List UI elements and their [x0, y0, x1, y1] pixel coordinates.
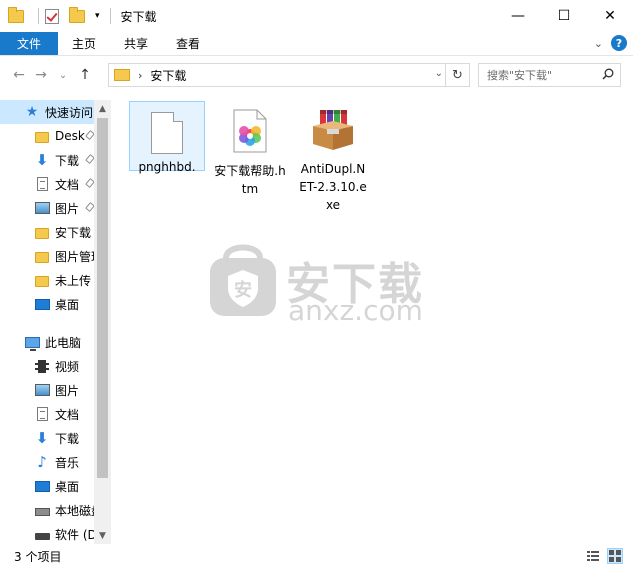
search-box[interactable] [478, 63, 621, 87]
folder-icon [114, 69, 130, 81]
forward-arrow-icon[interactable]: → [30, 67, 52, 83]
file-name: pnghhbd. [138, 160, 196, 174]
download-arrow-icon: ⬇ [35, 429, 49, 447]
file-name: 安下载帮助.htm [214, 164, 286, 196]
divider [38, 8, 39, 24]
customize-toolbar-dropdown[interactable]: ▾ [95, 11, 100, 21]
file-name: AntiDupl.NET-2.3.10.exe [299, 162, 367, 212]
up-arrow-icon[interactable]: ↑ [74, 67, 96, 83]
tab-home[interactable]: 主页 [58, 32, 110, 55]
drive-icon [34, 502, 50, 518]
shield-logo-icon: 安 [210, 244, 276, 316]
address-dropdown-icon[interactable]: ⌄ [435, 68, 443, 79]
computer-icon [24, 334, 40, 351]
drive-icon [34, 526, 50, 542]
folder-icon [34, 128, 50, 144]
minimize-button[interactable]: — [495, 0, 541, 32]
sidebar-scrollbar[interactable]: ▲ ▼ [94, 100, 111, 544]
folder-icon [34, 224, 50, 240]
blank-file-icon [151, 112, 183, 154]
folder-icon [34, 272, 50, 288]
breadcrumb-current[interactable]: 安下载 [150, 67, 186, 84]
picture-icon [34, 200, 50, 216]
desktop-icon [34, 296, 50, 312]
breadcrumb-chevron-icon[interactable]: › [138, 69, 142, 82]
tab-view[interactable]: 查看 [162, 32, 214, 55]
recent-locations-chevron-icon[interactable]: ⌄ [52, 70, 74, 81]
installer-package-icon [313, 110, 353, 150]
search-icon[interactable] [602, 68, 614, 80]
music-note-icon: ♪ [37, 453, 47, 471]
details-view-icon[interactable] [585, 548, 601, 564]
properties-icon[interactable] [45, 8, 59, 24]
close-button[interactable]: ✕ [587, 0, 633, 32]
document-icon [34, 406, 50, 422]
tab-file[interactable]: 文件 [0, 32, 58, 55]
ribbon-tabs: 文件 主页 共享 查看 ⌄ ? [0, 32, 633, 56]
scroll-up-arrow-icon[interactable]: ▲ [94, 100, 111, 117]
quick-access-toolbar: ▾ 安下载 [0, 0, 157, 32]
scrollbar-thumb[interactable] [97, 118, 108, 478]
search-input[interactable] [487, 68, 597, 82]
star-icon: ★ [25, 104, 39, 120]
scroll-down-arrow-icon[interactable]: ▼ [94, 527, 111, 544]
divider [109, 8, 111, 24]
window-title: 安下载 [120, 9, 157, 24]
svg-text:安: 安 [234, 279, 252, 301]
picture-icon [34, 382, 50, 398]
ribbon-collapse-icon[interactable]: ⌄ [594, 37, 603, 50]
item-count: 3 个项目 [14, 549, 62, 564]
large-icons-view-icon[interactable] [607, 548, 623, 564]
help-icon[interactable]: ? [611, 35, 627, 51]
address-bar[interactable]: › 安下载 ⌄ ↻ [108, 63, 470, 87]
maximize-button[interactable]: ☐ [541, 0, 587, 32]
document-icon [34, 176, 50, 192]
tab-share[interactable]: 共享 [110, 32, 162, 55]
status-bar: 3 个项目 [0, 544, 633, 568]
refresh-button[interactable]: ↻ [445, 64, 469, 86]
file-item[interactable]: AntiDupl.NET-2.3.10.exe [295, 101, 371, 214]
folder-icon[interactable] [8, 6, 24, 23]
title-bar: ▾ 安下载 — ☐ ✕ [0, 0, 633, 32]
file-item[interactable]: 安下载帮助.htm [212, 101, 288, 198]
watermark: 安 安下载 anxz.com [206, 240, 446, 330]
desktop-icon [34, 478, 50, 494]
navigation-bar: ← → ⌄ ↑ › 安下载 ⌄ ↻ [0, 58, 633, 92]
html-document-icon [233, 109, 267, 153]
folder-icon [34, 248, 50, 264]
download-arrow-icon: ⬇ [35, 151, 49, 169]
back-arrow-icon[interactable]: ← [8, 67, 30, 83]
video-icon [34, 358, 50, 374]
file-item[interactable]: pnghhbd. [129, 101, 205, 174]
new-folder-icon[interactable] [69, 6, 85, 23]
watermark-domain: anxz.com [288, 294, 423, 327]
